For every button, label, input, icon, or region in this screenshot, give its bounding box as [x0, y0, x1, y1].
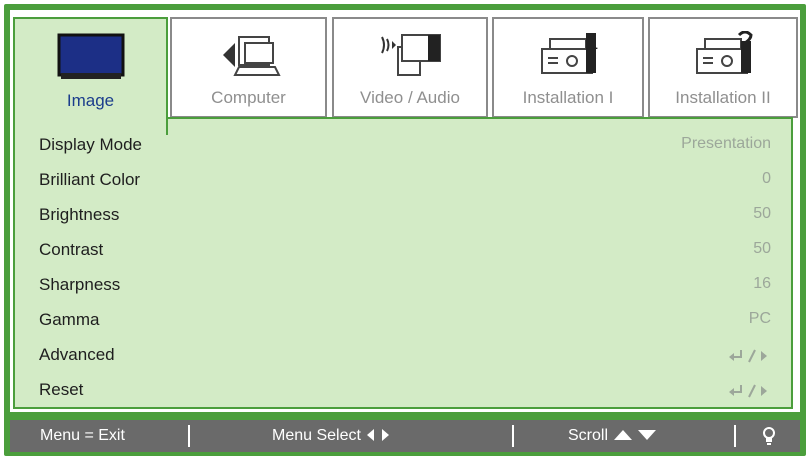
image-settings-panel: Display Mode Presentation Brilliant Colo…	[13, 117, 793, 409]
menu-item-brightness[interactable]: Brightness 50	[15, 199, 791, 233]
menu-item-label: Brightness	[39, 205, 120, 224]
monitor-icon	[57, 33, 124, 79]
menu-item-brilliant-color[interactable]: Brilliant Color 0	[15, 164, 791, 198]
up-down-arrows-icon	[614, 430, 657, 440]
menu-item-reset[interactable]: Reset	[15, 374, 791, 408]
projector-2-icon	[696, 31, 753, 74]
menu-item-value: 50	[753, 205, 771, 222]
tab-installation-1[interactable]: 1 Installation I	[492, 17, 644, 118]
svg-text:1: 1	[590, 36, 598, 52]
hint-menu-select: Menu Select	[272, 427, 391, 445]
menu-item-value: PC	[748, 310, 771, 327]
tab-image[interactable]: Image	[13, 17, 168, 135]
tab-installation-2[interactable]: Installation II	[648, 17, 798, 118]
footer-hint-bar: Menu = Exit Menu Select Scroll	[10, 420, 800, 452]
hint-menu-exit: Menu = Exit	[40, 427, 125, 444]
menu-item-value: 50	[753, 240, 771, 257]
tab-video-audio-label: Video / Audio	[360, 88, 460, 107]
menu-item-label: Brilliant Color	[39, 170, 141, 189]
menu-item-sharpness[interactable]: Sharpness 16	[15, 269, 791, 303]
hint-scroll: Scroll	[568, 427, 658, 445]
osd-menu-frame: Image Computer Video / Audio 1 Installat…	[4, 4, 806, 456]
osd-menu-body: Image Computer Video / Audio 1 Installat…	[10, 10, 800, 412]
left-right-arrows-icon	[367, 429, 390, 441]
tab-computer[interactable]: Computer	[170, 17, 327, 118]
tab-computer-label: Computer	[211, 88, 286, 107]
menu-item-contrast[interactable]: Contrast 50	[15, 234, 791, 268]
menu-item-value: 16	[753, 275, 771, 292]
footer-divider	[734, 425, 736, 447]
tab-video-audio[interactable]: Video / Audio	[332, 17, 488, 118]
computer-icon	[222, 36, 281, 76]
menu-item-label: Gamma	[39, 310, 100, 329]
footer-divider	[512, 425, 514, 447]
menu-item-advanced[interactable]: Advanced	[15, 339, 791, 373]
projector-1-icon: 1	[541, 33, 598, 74]
hint-scroll-label: Scroll	[568, 427, 609, 444]
menu-item-label: Display Mode	[39, 135, 142, 154]
video-audio-icon	[381, 34, 441, 76]
tab-installation-2-label: Installation II	[675, 88, 771, 107]
menu-item-gamma[interactable]: Gamma PC	[15, 304, 791, 338]
menu-item-label: Reset	[39, 380, 84, 399]
menu-item-value: 0	[762, 170, 771, 187]
tab-installation-1-label: Installation I	[522, 88, 614, 107]
menu-item-value: Presentation	[681, 135, 771, 152]
menu-item-label: Advanced	[39, 345, 115, 364]
menu-item-label: Contrast	[39, 240, 104, 259]
tab-image-label: Image	[66, 91, 115, 110]
menu-item-label: Sharpness	[39, 275, 121, 294]
enter-arrow-icon	[729, 384, 767, 398]
enter-arrow-icon	[729, 349, 767, 363]
lamp-bulb-icon	[763, 427, 775, 445]
footer-divider	[188, 425, 190, 447]
hint-menu-select-label: Menu Select	[272, 427, 361, 444]
